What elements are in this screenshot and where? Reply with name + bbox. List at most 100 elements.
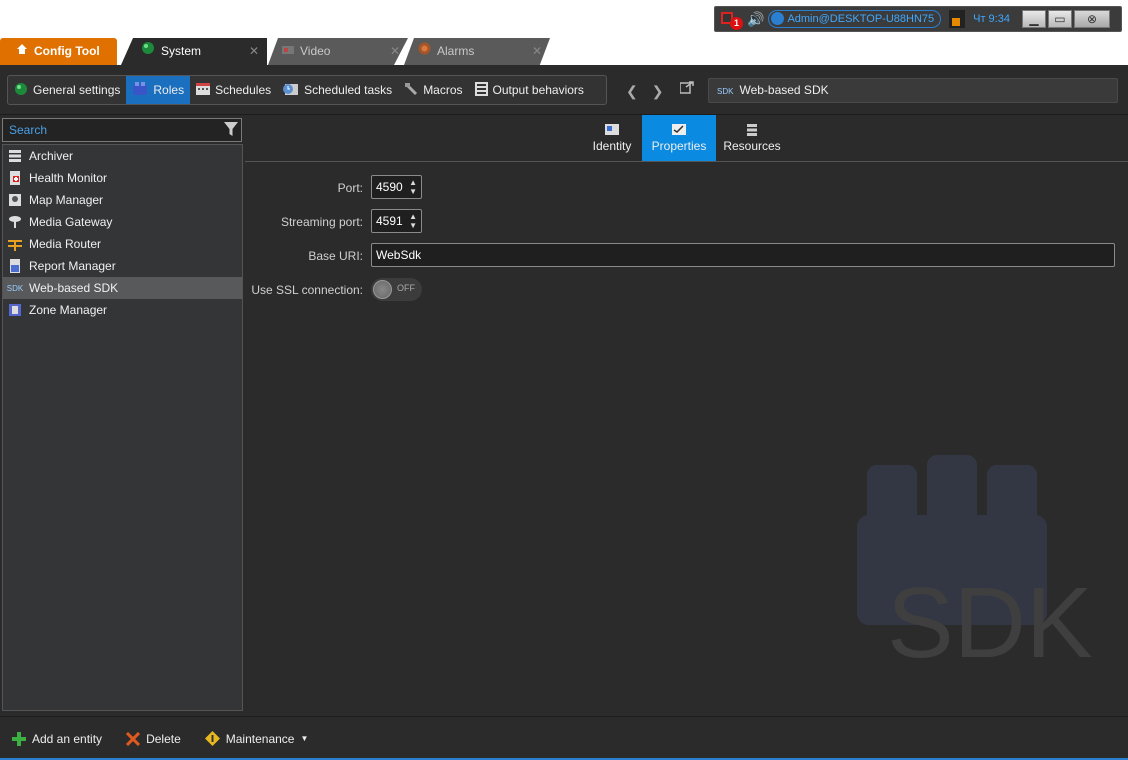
add-entity-label: Add an entity bbox=[32, 731, 103, 746]
zone-manager-icon bbox=[7, 302, 23, 318]
tab-properties-label: Properties bbox=[651, 139, 707, 153]
output-behaviors-label: Output behaviors bbox=[492, 83, 584, 97]
toggle-knob bbox=[373, 280, 392, 299]
streaming-port-value: 4591 bbox=[376, 214, 403, 228]
alarm-count-badge: 1 bbox=[730, 17, 743, 30]
roles-label: Roles bbox=[153, 83, 185, 97]
media-router-icon bbox=[7, 236, 23, 252]
globe-icon bbox=[14, 82, 28, 99]
tab-system[interactable]: System ✕ bbox=[121, 38, 267, 65]
user-badge[interactable]: Admin@DESKTOP-U88HN75 bbox=[768, 10, 942, 28]
macro-icon bbox=[404, 82, 418, 99]
tab-alarms-label: Alarms bbox=[437, 44, 475, 58]
media-gateway-icon bbox=[7, 214, 23, 230]
macros-label: Macros bbox=[423, 83, 463, 97]
general-settings-button[interactable]: General settings bbox=[8, 76, 126, 104]
action-bar: Add an entity Delete Maintenance ▼ bbox=[0, 716, 1128, 760]
maintenance-label: Maintenance bbox=[225, 731, 295, 746]
list-item[interactable]: Zone Manager bbox=[3, 299, 242, 321]
base-uri-label: Base URI: bbox=[308, 249, 363, 263]
list-item-label: Map Manager bbox=[29, 193, 104, 207]
output-icon bbox=[474, 81, 488, 99]
health-monitor-icon bbox=[7, 170, 23, 186]
scheduled-tasks-button[interactable]: Scheduled tasks bbox=[277, 76, 398, 104]
tab-resources-label: Resources bbox=[723, 139, 781, 153]
general-settings-label: General settings bbox=[33, 83, 121, 97]
tab-identity-label: Identity bbox=[592, 139, 632, 153]
jump-to-entity-icon[interactable] bbox=[679, 81, 694, 95]
system-tray: 1 🔊 Admin@DESKTOP-U88HN75 Чт 9:34 ▁ ▭ ⊗ bbox=[714, 6, 1122, 32]
report-manager-icon bbox=[7, 258, 23, 274]
search-input[interactable]: Search bbox=[2, 118, 242, 142]
forward-arrow-icon[interactable]: ❯ bbox=[652, 83, 664, 100]
minimize-button[interactable]: ▁ bbox=[1021, 10, 1046, 28]
clock-calendar-icon bbox=[283, 82, 299, 99]
tab-video[interactable]: Video ✕ bbox=[268, 38, 408, 65]
list-item-label: Report Manager bbox=[29, 259, 116, 273]
port-label: Port: bbox=[337, 181, 363, 195]
identity-icon bbox=[604, 123, 620, 137]
delete-label: Delete bbox=[146, 731, 181, 746]
schedules-button[interactable]: Schedules bbox=[190, 76, 277, 104]
tab-system-label: System bbox=[161, 44, 202, 58]
breadcrumb-label: Web-based SDK bbox=[739, 83, 829, 97]
list-item-label: Health Monitor bbox=[29, 171, 108, 185]
ssl-toggle[interactable]: OFF bbox=[371, 278, 422, 301]
toggle-state: OFF bbox=[397, 283, 415, 293]
tab-resources[interactable]: Resources bbox=[719, 115, 785, 161]
roles-button[interactable]: Roles bbox=[126, 76, 191, 104]
watermark-text: SDK bbox=[887, 567, 1093, 679]
tab-config-tool-label: Config Tool bbox=[34, 44, 100, 58]
macros-button[interactable]: Macros bbox=[398, 76, 468, 104]
title-bar: 1 🔊 Admin@DESKTOP-U88HN75 Чт 9:34 ▁ ▭ ⊗ … bbox=[0, 0, 1128, 65]
entity-breadcrumb[interactable]: SDK Web-based SDK bbox=[708, 78, 1118, 103]
delete-x-icon bbox=[126, 731, 141, 746]
close-tab-icon[interactable]: ✕ bbox=[249, 38, 259, 65]
roles-icon bbox=[132, 81, 148, 99]
network-status-icon bbox=[949, 10, 966, 28]
streaming-port-spinner[interactable]: 4591 ▲ ▼ bbox=[371, 209, 422, 233]
delete-button[interactable]: Delete bbox=[126, 731, 181, 746]
list-item-label: Archiver bbox=[29, 149, 74, 163]
list-item-label: Media Router bbox=[29, 237, 102, 251]
tab-alarms[interactable]: Alarms ✕ bbox=[404, 38, 550, 65]
list-item[interactable]: Map Manager bbox=[3, 189, 242, 211]
base-uri-input[interactable]: WebSdk bbox=[371, 243, 1115, 267]
globe-icon bbox=[141, 38, 155, 65]
ssl-label: Use SSL connection: bbox=[251, 283, 363, 297]
tab-video-label: Video bbox=[300, 44, 331, 58]
port-spinner[interactable]: 4590 ▲ ▼ bbox=[371, 175, 422, 199]
list-item[interactable]: Report Manager bbox=[3, 255, 242, 277]
spinner-arrows-icon[interactable]: ▲ ▼ bbox=[409, 212, 417, 230]
close-tab-icon[interactable]: ✕ bbox=[390, 38, 400, 65]
list-item[interactable]: SDK Web-based SDK bbox=[3, 277, 242, 299]
role-tree: Archiver Health Monitor Map Manager Medi… bbox=[2, 144, 243, 711]
entity-config-panel: Identity Properties Resources Port: 4590… bbox=[245, 115, 1128, 716]
alarm-indicator[interactable]: 1 bbox=[719, 9, 743, 30]
sdk-icon: SDK bbox=[717, 87, 734, 96]
tab-config-tool[interactable]: Config Tool bbox=[0, 38, 117, 65]
tab-identity[interactable]: Identity bbox=[585, 115, 639, 161]
maintenance-dropdown[interactable]: Maintenance ▼ bbox=[204, 731, 309, 746]
chevron-down-icon: ▼ bbox=[300, 734, 309, 743]
filter-icon[interactable] bbox=[224, 122, 241, 140]
close-tab-icon[interactable]: ✕ bbox=[532, 38, 542, 65]
list-item[interactable]: Media Gateway bbox=[3, 211, 242, 233]
volume-icon[interactable]: 🔊 bbox=[747, 11, 764, 28]
sdk-watermark: SDK bbox=[857, 455, 1117, 700]
maximize-button[interactable]: ▭ bbox=[1047, 10, 1072, 28]
back-arrow-icon[interactable]: ❮ bbox=[626, 83, 638, 100]
spinner-arrows-icon[interactable]: ▲ ▼ bbox=[409, 178, 417, 196]
close-window-button[interactable]: ⊗ bbox=[1073, 10, 1110, 28]
list-item[interactable]: Media Router bbox=[3, 233, 242, 255]
entity-browser: Search Archiver Health Monitor Map Manag… bbox=[0, 115, 245, 716]
output-behaviors-button[interactable]: Output behaviors bbox=[469, 76, 590, 104]
plus-icon bbox=[12, 731, 26, 746]
streaming-port-label: Streaming port: bbox=[280, 215, 363, 229]
list-item[interactable]: Archiver bbox=[3, 145, 242, 167]
config-tabs: Identity Properties Resources bbox=[245, 115, 1128, 162]
add-entity-button[interactable]: Add an entity bbox=[12, 731, 103, 746]
tab-properties[interactable]: Properties bbox=[642, 115, 716, 161]
list-item[interactable]: Health Monitor bbox=[3, 167, 242, 189]
home-icon bbox=[16, 38, 28, 65]
